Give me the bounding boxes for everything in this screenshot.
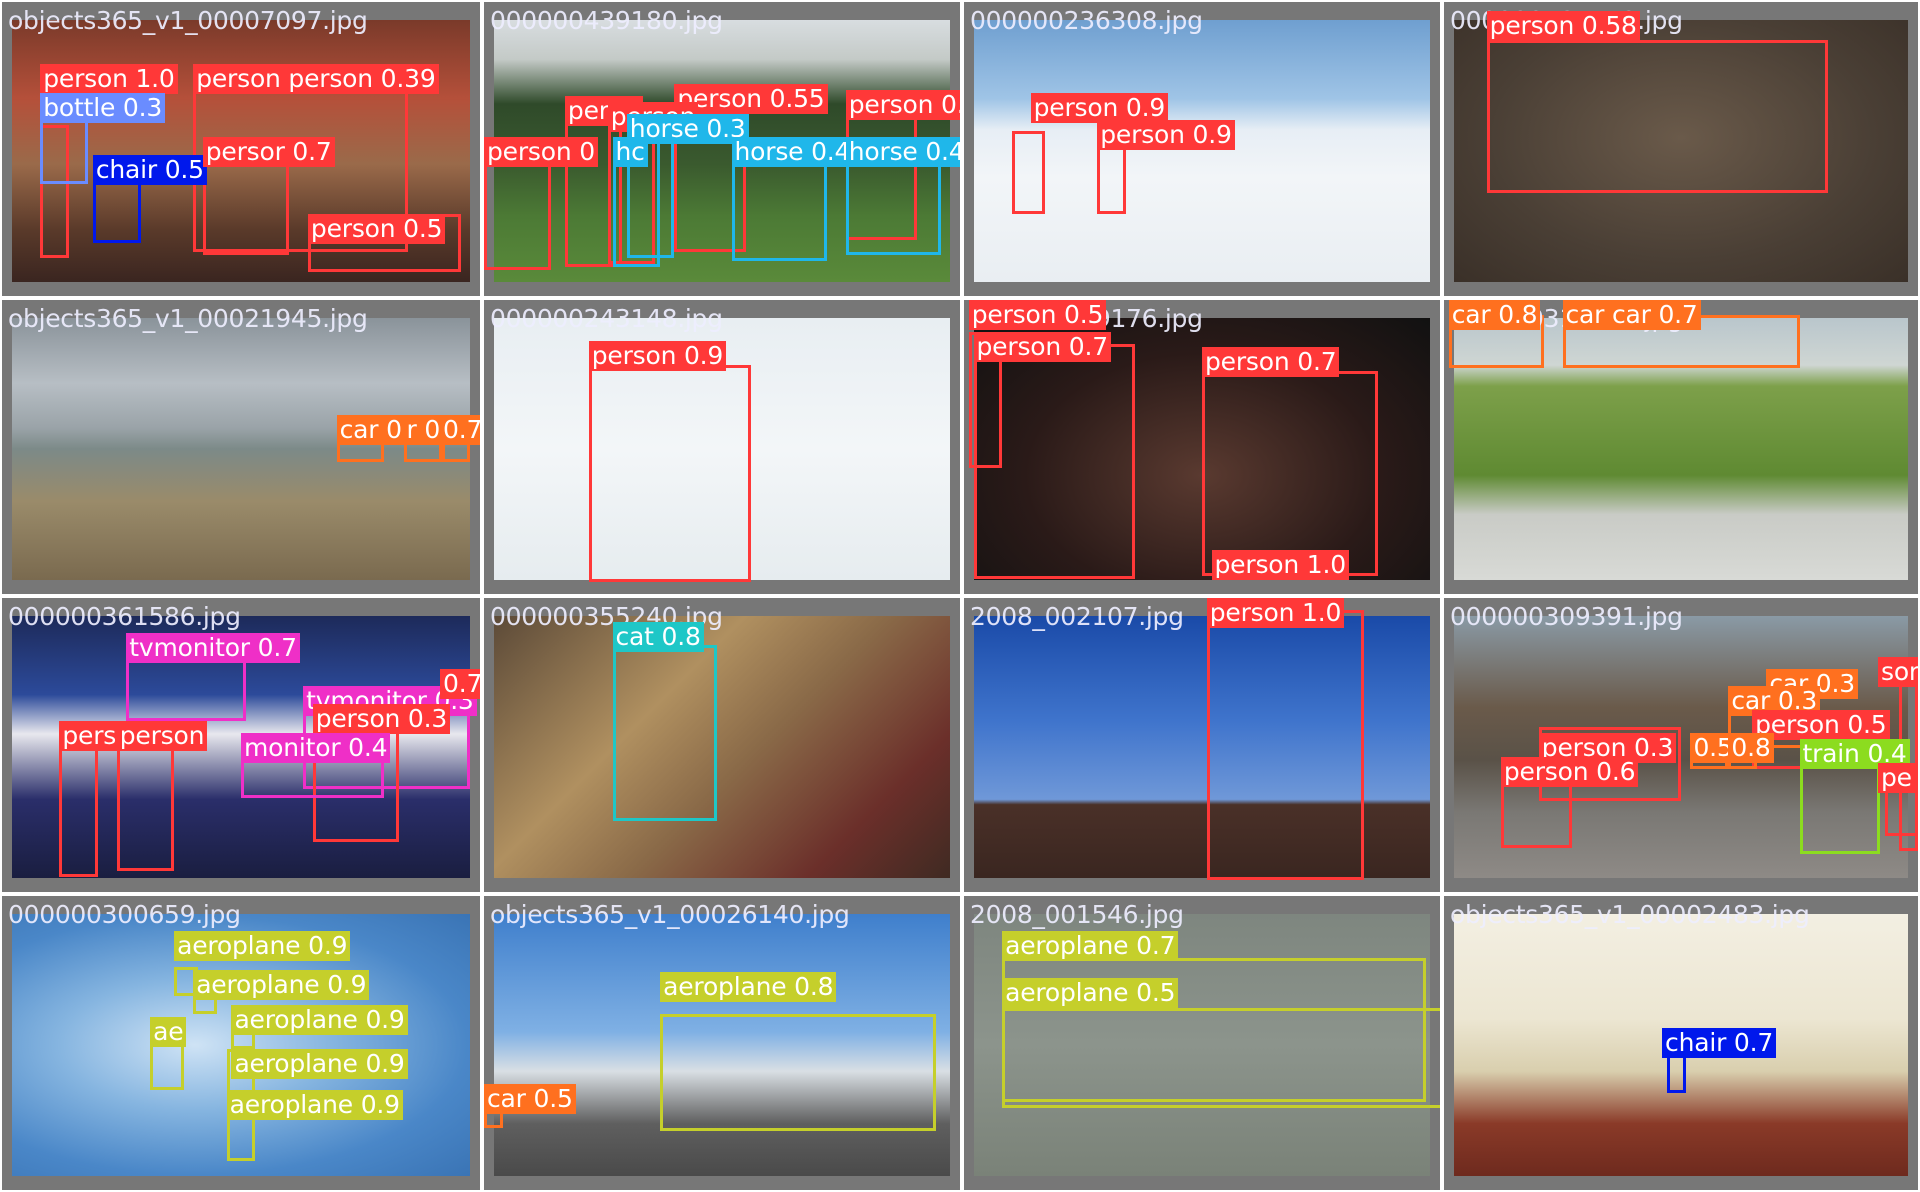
detection-label: person 1.0: [1211, 549, 1349, 580]
image-tile: 000000310072.jpgcar 0.8car car 0.7: [1444, 300, 1918, 594]
detection-label: person person 0.39: [193, 63, 439, 94]
image-filename: 000000361586.jpg: [8, 602, 241, 631]
image-tile: 000000181172.jpgperson 0.58: [1444, 2, 1918, 296]
detection-label: person 0.7: [973, 332, 1111, 363]
detection-label: person 0.3: [312, 703, 451, 734]
detection-label: car 0.8: [1448, 300, 1541, 330]
detection-label: person 0.7: [1202, 347, 1340, 378]
image-filename: 000000236308.jpg: [970, 6, 1203, 35]
detection-label: person 0.5: [968, 300, 1107, 330]
detection-label: aeroplane 0.5: [1002, 978, 1179, 1009]
detection-label: person 0.7: [845, 90, 960, 121]
detection-label: pe: [1878, 762, 1915, 793]
detection-label: aeroplane 0.7: [1002, 931, 1179, 962]
image-tile: 000000439180.jpgperpeperson 0.55personho…: [484, 2, 960, 296]
detection-label: hc: [612, 137, 648, 168]
detection-label: aeroplane 0.8: [660, 972, 837, 1003]
bounding-box: [973, 344, 1136, 580]
detection-label: person 0: [484, 137, 598, 168]
detection-label: person 0.5: [307, 213, 446, 244]
detection-label: person 0.9: [1097, 119, 1235, 150]
image-tile: 000000309391.jpg car 0.3 son car 0.3 person …: [1444, 598, 1918, 892]
detection-label: horse 0.4: [845, 137, 960, 168]
detection-label: person 1.0: [1206, 598, 1345, 628]
image-tile: 000000243148.jpg person 0.9: [484, 300, 960, 594]
image-filename: 000000309391.jpg: [1450, 602, 1683, 631]
bounding-box: [1206, 609, 1364, 881]
image-filename: 000000439180.jpg: [490, 6, 723, 35]
image-filename: 2008_001546.jpg: [970, 900, 1184, 929]
image-tile: 2008_002107.jpg person 1.0: [964, 598, 1440, 892]
bounding-box: [1002, 1007, 1440, 1108]
photo-dog: [494, 616, 950, 878]
detection-label: person: [116, 721, 208, 752]
image-tile: objects365_v1_00026140.jpg aeroplane 0.8 c…: [484, 896, 960, 1190]
image-tile: objects365_v1_00007097.jpgperson 1.0 bott…: [2, 2, 480, 296]
detection-label: 0.7: [440, 414, 480, 445]
detection-label: aeroplane 0.9: [226, 1090, 403, 1121]
bounding-box: [1202, 370, 1379, 577]
detection-label: ae: [150, 1016, 187, 1047]
detection-label: horse 0.4: [731, 137, 854, 168]
image-tile: 000000355240.jpg cat 0.8: [484, 598, 960, 892]
detection-label: car car 0.7: [1562, 300, 1701, 330]
detection-mosaic: objects365_v1_00007097.jpg person 1.0 bott…: [0, 0, 1920, 1192]
image-tile: objects365_v1_00021945.jpg car 0.3 r 0.3 0.…: [2, 300, 480, 594]
detection-label: cat 0.8: [612, 621, 704, 652]
detection-label: son: [1878, 656, 1918, 687]
image-filename: objects365_v1_00002483.jpg: [1450, 900, 1810, 929]
detection-label: aeroplane 0.9: [231, 1004, 408, 1035]
image-tile: objects365_v1_00002483.jpgchair 0.7: [1444, 896, 1918, 1190]
image-filename: objects365_v1_00026140.jpg: [490, 900, 850, 929]
detection-label: 0.8: [1728, 733, 1774, 764]
image-tile: 2008_001546.jpg aeroplane 0.7 aeroplane 0.…: [964, 896, 1440, 1190]
detection-label: person 1.0: [40, 63, 178, 94]
detection-label: aeroplane 0.9: [231, 1048, 408, 1079]
detection-label: bottle 0.3: [40, 93, 166, 124]
image-filename: objects365_v1_00021945.jpg: [8, 304, 368, 333]
image-filename: 000000300659.jpg: [8, 900, 241, 929]
bounding-box: [588, 364, 751, 583]
detection-label: 0.7: [440, 668, 480, 699]
image-tile: 000000209176.jpgperson 0.5person 0.7pers…: [964, 300, 1440, 594]
detection-label: person 0.58: [1486, 10, 1640, 41]
image-tile: 000000300659.jpg aeroplane 0.9 aeroplane 0…: [2, 896, 480, 1190]
detection-label: aeroplane 0.9: [174, 931, 351, 962]
detection-label: car 0.5: [484, 1084, 576, 1115]
detection-label: person 0.9: [588, 341, 727, 372]
detection-label: person 0.6: [1500, 756, 1639, 787]
detection-label: aeroplane 0.9: [193, 969, 370, 1000]
detection-label: tvmonitor 0.7: [126, 633, 300, 664]
detection-label: chair 0.5: [92, 154, 207, 185]
image-filename: objects365_v1_00007097.jpg: [8, 6, 368, 35]
detection-label: persor 0.7: [202, 137, 335, 168]
bounding-box: [660, 1013, 937, 1132]
image-tile: 000000236308.jpg person 0.9 person 0.9: [964, 2, 1440, 296]
bounding-box: [612, 645, 718, 822]
bounding-box: [40, 119, 89, 185]
photo-coast: [12, 318, 470, 580]
detection-label: chair 0.7: [1662, 1028, 1777, 1059]
detection-label: monitor 0.4: [241, 733, 391, 764]
image-tile: 000000361586.jpg tvmonitor 0.7 tvmonitor 0…: [2, 598, 480, 892]
image-filename: 2008_002107.jpg: [970, 602, 1184, 631]
bounding-box: [1011, 131, 1045, 214]
image-filename: 000000243148.jpg: [490, 304, 723, 333]
bounding-box: [1486, 40, 1828, 194]
